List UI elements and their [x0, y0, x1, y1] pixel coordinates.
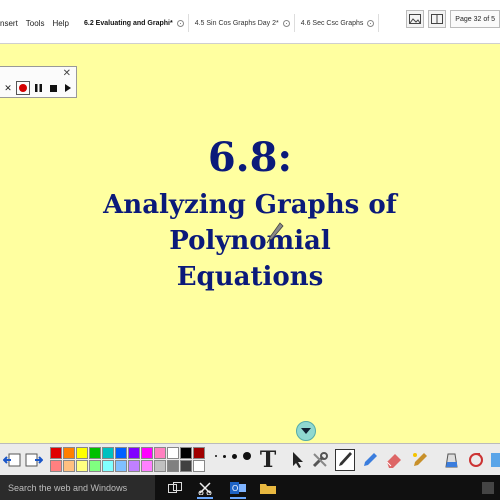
color-swatch[interactable]: [154, 460, 166, 472]
text-tool-icon[interactable]: T: [258, 447, 278, 473]
recorder-controls: ✕: [1, 81, 76, 95]
smartboard-window: nsert Tools Help 6.2 Evaluating and Grap…: [0, 0, 500, 500]
play-button[interactable]: [61, 81, 75, 95]
tab-label: 6.2 Evaluating and Graphi*: [84, 19, 173, 27]
record-button[interactable]: [16, 81, 30, 95]
record-icon: [19, 84, 27, 92]
line-width-selector: [215, 452, 257, 460]
highlighter-icon[interactable]: [360, 449, 380, 471]
tray-app-icon[interactable]: [478, 478, 498, 497]
stop-icon: [49, 84, 57, 92]
color-swatch[interactable]: [180, 447, 192, 459]
menu-insert[interactable]: nsert: [0, 19, 18, 28]
color-swatch[interactable]: [102, 460, 114, 472]
magic-pen-icon[interactable]: [410, 449, 430, 471]
page-indicator: Page 32 of 5: [450, 10, 500, 28]
color-swatch[interactable]: [128, 447, 140, 459]
slide-subtitle: Analyzing Graphs of Polynomial Equations: [0, 187, 500, 295]
color-swatch[interactable]: [50, 447, 62, 459]
color-swatch[interactable]: [115, 447, 127, 459]
color-swatch[interactable]: [154, 447, 166, 459]
eraser-icon[interactable]: [384, 449, 404, 471]
svg-text:O: O: [232, 484, 238, 493]
page-controls: Page 32 of 5: [406, 10, 500, 28]
pause-button[interactable]: [31, 81, 45, 95]
select-arrow-icon[interactable]: [288, 449, 308, 471]
color-swatch[interactable]: [167, 460, 179, 472]
line-width-small[interactable]: [223, 454, 226, 458]
color-swatch[interactable]: [89, 460, 101, 472]
line-width-large[interactable]: [243, 452, 251, 460]
color-swatch[interactable]: [115, 460, 127, 472]
pen-tool-icon[interactable]: [335, 449, 355, 471]
slide-title: 6.8:: [207, 134, 293, 181]
pause-icon: [34, 84, 42, 92]
top-toolbar: nsert Tools Help 6.2 Evaluating and Grap…: [0, 0, 500, 44]
tab-sec-csc-graphs[interactable]: 4.6 Sec Csc Graphs: [297, 14, 380, 32]
color-swatch[interactable]: [76, 460, 88, 472]
stop-button[interactable]: [46, 81, 60, 95]
menu-help[interactable]: Help: [52, 19, 68, 28]
color-swatch[interactable]: [141, 460, 153, 472]
page-sorter-icon[interactable]: [428, 10, 447, 28]
outlook-icon[interactable]: O: [228, 478, 248, 499]
line-width-medium[interactable]: [232, 453, 237, 459]
screen-capture-icon[interactable]: [466, 449, 486, 471]
snipping-tool-icon[interactable]: [195, 478, 215, 499]
tab-close-icon[interactable]: [367, 19, 375, 27]
menu-tools[interactable]: Tools: [26, 19, 45, 28]
previous-page-icon[interactable]: [2, 449, 22, 471]
close-icon[interactable]: ✕: [63, 68, 71, 79]
windows-taskbar: Search the web and Windows O: [0, 475, 500, 500]
cancel-recording-icon[interactable]: ✕: [1, 81, 15, 95]
color-swatch[interactable]: [180, 460, 192, 472]
bottom-toolbar: T: [0, 443, 500, 475]
color-swatch[interactable]: [193, 447, 205, 459]
task-view-icon[interactable]: [165, 478, 185, 497]
gallery-icon[interactable]: [406, 10, 425, 28]
color-swatch[interactable]: [193, 460, 205, 472]
color-swatch[interactable]: [141, 447, 153, 459]
color-swatch[interactable]: [76, 447, 88, 459]
tab-label: 4.5 Sin Cos Graphs Day 2*: [194, 19, 279, 27]
tab-label: 4.6 Sec Csc Graphs: [300, 19, 364, 27]
next-page-icon[interactable]: [24, 449, 44, 471]
tab-evaluating-and-graphing[interactable]: 6.2 Evaluating and Graphi*: [80, 14, 189, 32]
tab-close-icon[interactable]: [176, 19, 184, 27]
fill-bucket-icon[interactable]: [442, 449, 462, 471]
tab-close-icon[interactable]: [282, 19, 290, 27]
color-swatch[interactable]: [89, 447, 101, 459]
subtitle-line: Analyzing Graphs of: [103, 190, 397, 220]
color-swatch[interactable]: [102, 447, 114, 459]
more-tools-icon[interactable]: [486, 449, 500, 471]
file-explorer-icon[interactable]: [258, 478, 278, 497]
menu-bar: nsert Tools Help: [0, 14, 77, 32]
recorder-widget: ✕ ✕: [0, 66, 77, 98]
subtitle-line: Polynomial: [169, 226, 331, 256]
taskbar-search-box[interactable]: Search the web and Windows: [0, 475, 155, 500]
pen-cursor-icon: [266, 222, 284, 244]
color-swatch[interactable]: [63, 447, 75, 459]
subtitle-line: Equations: [176, 262, 324, 292]
tools-icon[interactable]: [310, 449, 330, 471]
color-swatch[interactable]: [128, 460, 140, 472]
color-swatch[interactable]: [63, 460, 75, 472]
color-swatch[interactable]: [50, 460, 62, 472]
line-width-thin[interactable]: [215, 455, 217, 457]
color-swatch[interactable]: [167, 447, 179, 459]
color-palette: [50, 447, 205, 472]
tab-sin-cos-graphs[interactable]: 4.5 Sin Cos Graphs Day 2*: [191, 14, 295, 32]
scroll-down-button[interactable]: [296, 421, 316, 441]
play-icon: [65, 84, 71, 92]
document-tabs: 6.2 Evaluating and Graphi* 4.5 Sin Cos G…: [80, 14, 381, 32]
arrow-down-icon: [301, 428, 311, 434]
